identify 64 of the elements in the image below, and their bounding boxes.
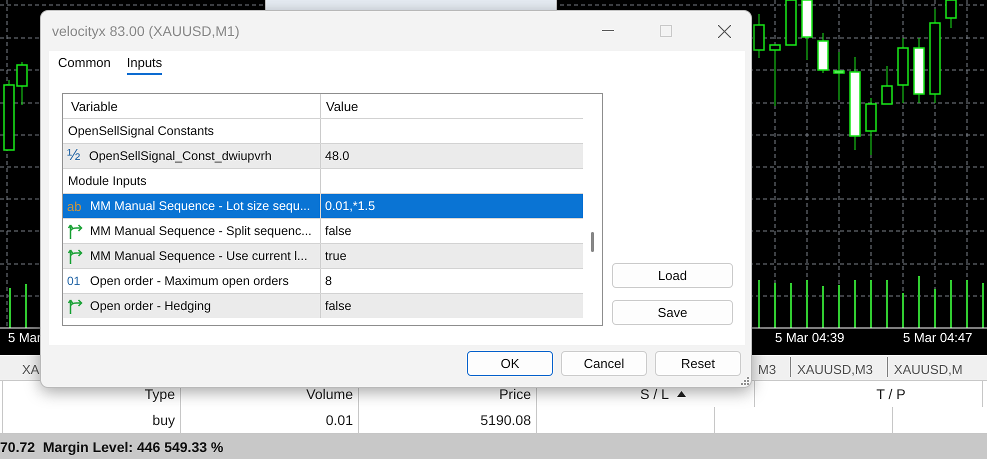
column-header[interactable]: Type <box>144 386 175 402</box>
close-icon[interactable] <box>718 24 731 38</box>
text-type-icon: ab <box>67 198 84 214</box>
candle <box>769 44 781 106</box>
variable-name: Module Inputs <box>67 174 147 188</box>
window-title: velocityx 83.00 (XAUUSD,M1) <box>52 23 240 39</box>
grid-row[interactable]: Open order - Hedging false <box>63 293 583 318</box>
table-cell: 5190.08 <box>480 412 531 428</box>
integer-icon: 01 <box>67 274 84 288</box>
variable-name: Open order - Maximum open orders <box>90 274 289 288</box>
variable-name: OpenSellSignal_Const_dwiupvrh <box>89 149 272 163</box>
time-axis-label: 5 Mar 04:47 <box>903 330 972 345</box>
candle <box>833 52 845 100</box>
time-axis-label: 5 Mar 04:39 <box>775 330 844 345</box>
tab[interactable]: Inputs <box>126 55 162 75</box>
variable-name: OpenSellSignal Constants <box>67 124 214 138</box>
variable-value[interactable]: 8 <box>325 274 332 288</box>
column-header[interactable]: Price <box>499 386 531 402</box>
minimize-icon[interactable] <box>602 30 614 32</box>
variable-value[interactable]: false <box>325 224 352 238</box>
column-header[interactable]: S / L <box>640 386 669 402</box>
column-header[interactable]: Variable <box>63 94 321 118</box>
column-header[interactable]: Value <box>321 94 583 118</box>
variable-name: MM Manual Sequence - Lot size sequ... <box>90 199 310 213</box>
candle <box>753 14 765 58</box>
candle <box>881 66 893 105</box>
tab[interactable]: Common <box>58 55 111 73</box>
variable-name: MM Manual Sequence - Use current l... <box>90 249 308 263</box>
column-header[interactable]: Volume <box>306 386 353 402</box>
maximize-icon[interactable] <box>660 25 672 37</box>
variable-value[interactable]: true <box>325 249 347 263</box>
candle <box>897 38 909 104</box>
dialog-button[interactable]: Load <box>612 263 733 288</box>
candle <box>945 0 957 28</box>
variable-name: Open order - Hedging <box>90 299 211 313</box>
scrollbar-thumb[interactable] <box>591 232 594 252</box>
grid-row[interactable]: ab MM Manual Sequence - Lot size sequ... 0.01,*1.5 <box>63 193 583 218</box>
candle <box>801 0 813 60</box>
candle <box>817 32 829 74</box>
dialog-button[interactable]: OK <box>467 351 553 376</box>
chart-tab[interactable]: XAUUSD,M <box>888 357 963 377</box>
variable-value[interactable]: false <box>325 299 352 313</box>
margin-level-text: 70.72 Margin Level: 446 549.33 % <box>0 438 224 454</box>
fraction-icon: ½ <box>67 147 83 165</box>
variable-value[interactable]: 0.01,*1.5 <box>325 199 376 213</box>
candle <box>865 98 877 156</box>
variable-name: MM Manual Sequence - Split sequenc... <box>90 224 312 238</box>
column-header[interactable]: T / P <box>876 386 906 402</box>
table-cell: buy <box>152 412 175 428</box>
time-axis-label: 5 Mar <box>8 330 42 345</box>
candle <box>785 0 797 46</box>
grid-row[interactable]: MM Manual Sequence - Use current l... true <box>63 243 583 268</box>
branch-arrow-icon <box>67 223 84 239</box>
dialog-button[interactable]: Save <box>612 300 733 325</box>
branch-arrow-icon <box>67 248 84 264</box>
grid-row[interactable]: ½ OpenSellSignal_Const_dwiupvrh 48.0 <box>63 143 583 168</box>
candle <box>913 38 925 104</box>
chart-tab[interactable]: XAUUSD,M3 <box>791 357 888 377</box>
branch-arrow-icon <box>67 298 84 314</box>
dialog-button[interactable]: Reset <box>655 351 741 376</box>
resize-grip-icon[interactable] <box>740 376 750 386</box>
dialog-button[interactable]: Cancel <box>561 351 647 376</box>
table-cell: 0.01 <box>326 412 353 428</box>
variable-value[interactable]: 48.0 <box>325 149 350 163</box>
